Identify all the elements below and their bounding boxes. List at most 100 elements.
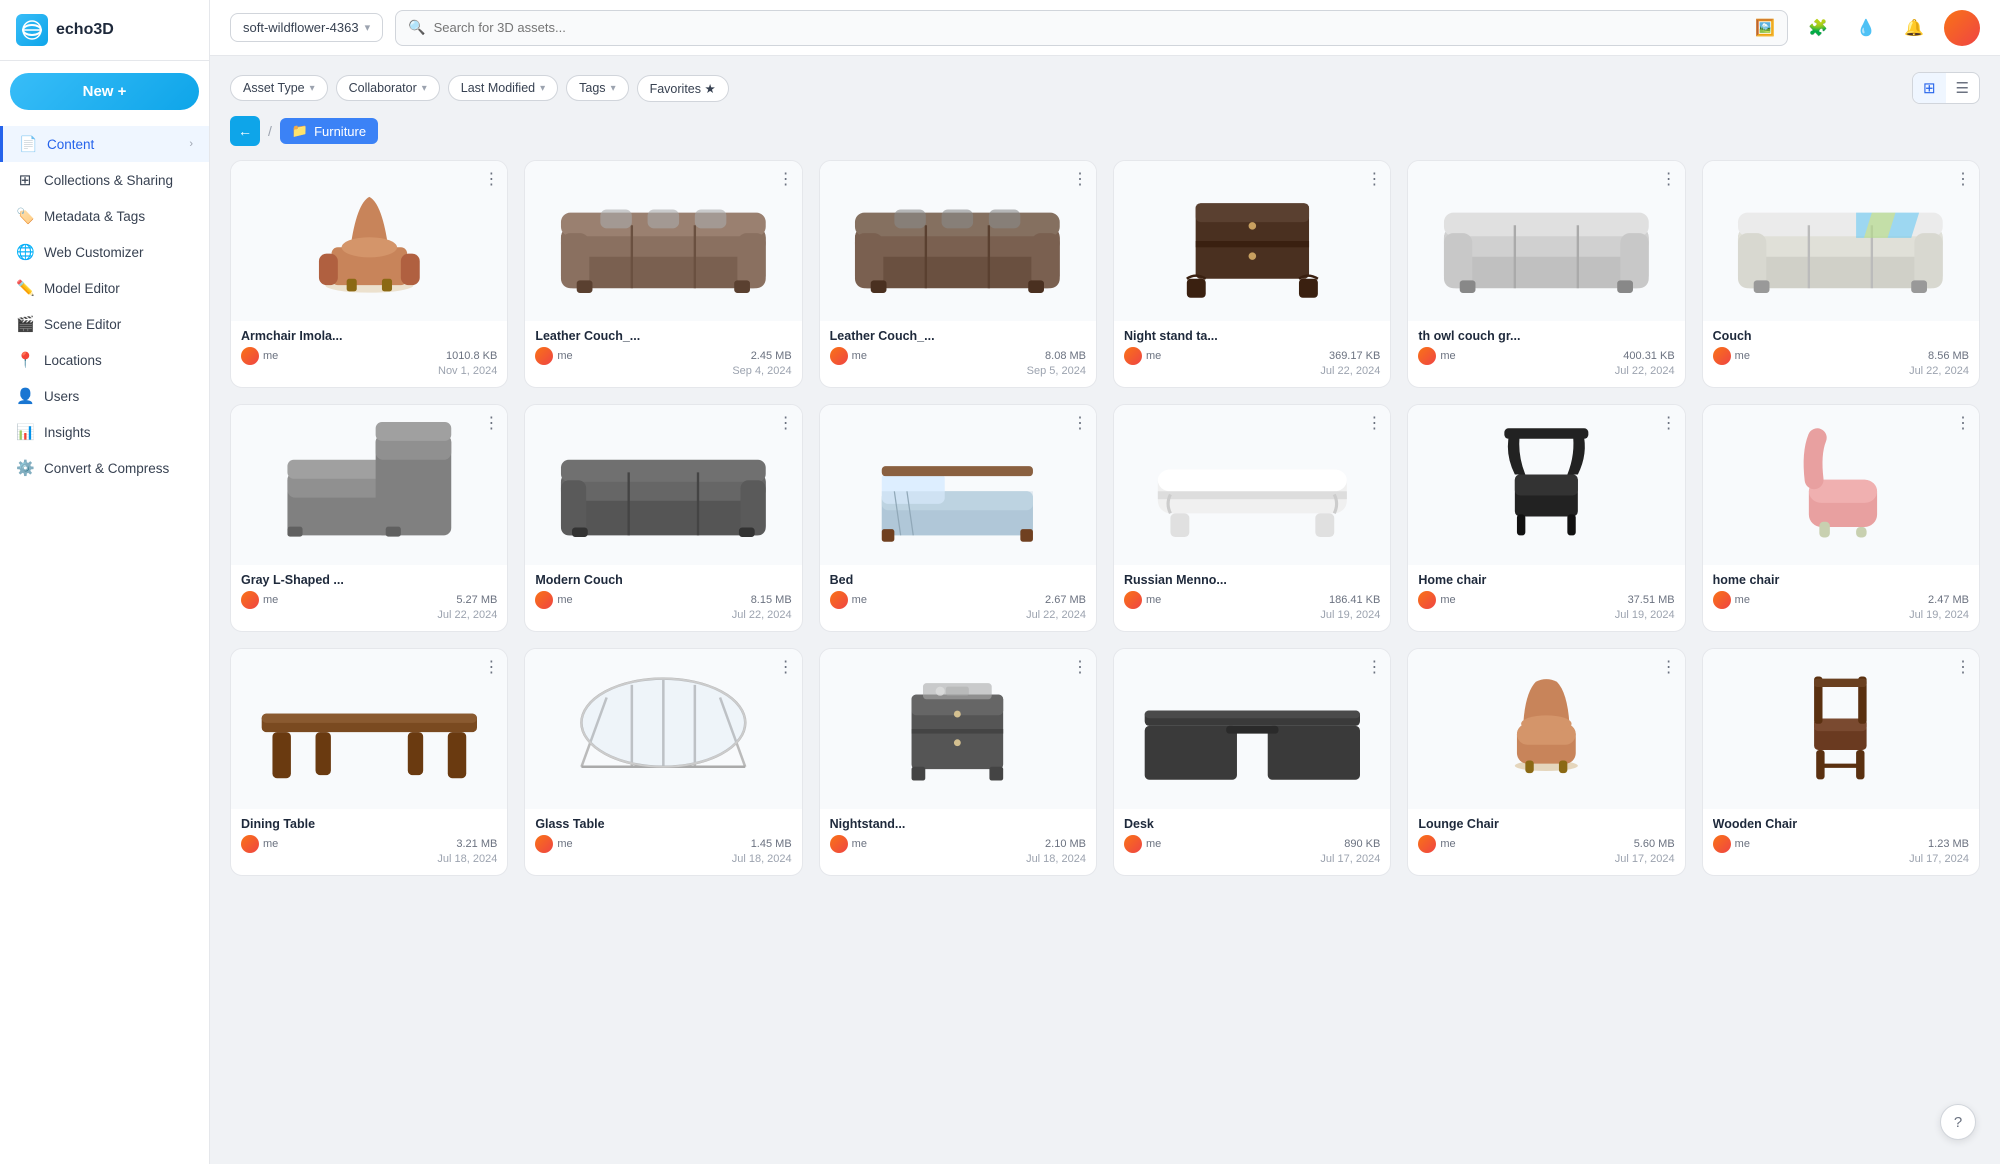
chevron-down-icon: ▾ bbox=[310, 83, 315, 94]
card-menu-button[interactable]: ⋮ bbox=[1072, 169, 1088, 189]
help-button[interactable]: ? bbox=[1940, 1104, 1976, 1140]
search-input[interactable] bbox=[434, 20, 1748, 35]
sidebar-item-locations[interactable]: 📍 Locations bbox=[0, 342, 209, 378]
workspace-selector[interactable]: soft-wildflower-4363 ▾ bbox=[230, 13, 383, 42]
card-date: Jul 22, 2024 bbox=[1124, 365, 1380, 377]
breadcrumb-folder[interactable]: 📁 Furniture bbox=[280, 118, 378, 144]
sidebar-item-users[interactable]: 👤 Users bbox=[0, 378, 209, 414]
card-user: me bbox=[1713, 591, 1750, 609]
asset-card[interactable]: ⋮ Bed me 2.67 MB Jul 22, 2024 bbox=[819, 404, 1097, 632]
sidebar-item-convert[interactable]: ⚙️ Convert & Compress bbox=[0, 450, 209, 486]
breadcrumb-back-button[interactable]: ← bbox=[230, 116, 260, 146]
asset-card[interactable]: ⋮ home chair me 2.47 MB Jul 19, 2024 bbox=[1702, 404, 1980, 632]
card-menu-button[interactable]: ⋮ bbox=[483, 413, 499, 433]
user-avatar bbox=[535, 347, 553, 365]
filter-last-modified[interactable]: Last Modified ▾ bbox=[448, 75, 558, 101]
asset-card[interactable]: ⋮ Glass Table me 1.45 MB Jul 18, 2024 bbox=[524, 648, 802, 876]
new-button[interactable]: New + bbox=[10, 73, 199, 110]
puzzle-icon-button[interactable]: 🧩 bbox=[1800, 10, 1836, 46]
sidebar-item-model-editor[interactable]: ✏️ Model Editor bbox=[0, 270, 209, 306]
sidebar-item-content[interactable]: 📄 Content › bbox=[0, 126, 209, 162]
card-name: Nightstand... bbox=[830, 817, 1086, 831]
sidebar-item-label: Locations bbox=[44, 353, 102, 368]
card-user: me bbox=[535, 591, 572, 609]
card-username: me bbox=[1146, 594, 1161, 606]
card-menu-button[interactable]: ⋮ bbox=[483, 169, 499, 189]
asset-card[interactable]: ⋮ Leather Couch_... me 2.45 MB Sep 4, 20… bbox=[524, 160, 802, 388]
card-user: me bbox=[1124, 347, 1161, 365]
asset-card[interactable]: ⋮ Night stand ta... me 369.17 KB Jul 22,… bbox=[1113, 160, 1391, 388]
card-date: Jul 19, 2024 bbox=[1418, 609, 1674, 621]
sidebar-item-insights[interactable]: 📊 Insights bbox=[0, 414, 209, 450]
chevron-down-icon: ▾ bbox=[540, 83, 545, 94]
card-menu-button[interactable]: ⋮ bbox=[1661, 413, 1677, 433]
card-menu-button[interactable]: ⋮ bbox=[1661, 657, 1677, 677]
asset-card[interactable]: ⋮ Lounge Chair me 5.60 MB Jul 17, 2024 bbox=[1407, 648, 1685, 876]
card-username: me bbox=[557, 838, 572, 850]
asset-card[interactable]: ⋮ Dining Table me 3.21 MB Jul 18, 2024 bbox=[230, 648, 508, 876]
card-menu-button[interactable]: ⋮ bbox=[1955, 657, 1971, 677]
card-menu-button[interactable]: ⋮ bbox=[1661, 169, 1677, 189]
filter-favorites[interactable]: Favorites ★ bbox=[637, 75, 729, 102]
user-avatar bbox=[1418, 835, 1436, 853]
card-menu-button[interactable]: ⋮ bbox=[1366, 169, 1382, 189]
water-drop-icon-button[interactable]: 💧 bbox=[1848, 10, 1884, 46]
filter-tags[interactable]: Tags ▾ bbox=[566, 75, 628, 101]
card-name: Russian Menno... bbox=[1124, 573, 1380, 587]
card-menu-button[interactable]: ⋮ bbox=[1955, 169, 1971, 189]
card-info: Leather Couch_... me 8.08 MB Sep 5, 2024 bbox=[820, 321, 1096, 387]
asset-card[interactable]: ⋮ Gray L-Shaped ... me 5.27 MB Jul 22, 2… bbox=[230, 404, 508, 632]
asset-card[interactable]: ⋮ Desk me 890 KB Jul 17, 2024 bbox=[1113, 648, 1391, 876]
card-menu-button[interactable]: ⋮ bbox=[778, 413, 794, 433]
asset-card[interactable]: ⋮ th owl couch gr... me 400.31 KB Jul 22… bbox=[1407, 160, 1685, 388]
asset-card[interactable]: ⋮ Modern Couch me 8.15 MB Jul 22, 2024 bbox=[524, 404, 802, 632]
breadcrumb-separator: / bbox=[268, 123, 272, 139]
image-search-icon[interactable]: 🖼️ bbox=[1755, 18, 1775, 38]
card-date: Jul 17, 2024 bbox=[1418, 853, 1674, 865]
card-username: me bbox=[852, 594, 867, 606]
card-menu-button[interactable]: ⋮ bbox=[1072, 657, 1088, 677]
card-username: me bbox=[1440, 838, 1455, 850]
asset-card[interactable]: ⋮ Home chair me 37.51 MB Jul 19, 2024 bbox=[1407, 404, 1685, 632]
card-menu-button[interactable]: ⋮ bbox=[778, 169, 794, 189]
card-info: Couch me 8.56 MB Jul 22, 2024 bbox=[1703, 321, 1979, 387]
sidebar: echo3D New + 📄 Content › ⊞ Collections &… bbox=[0, 0, 210, 1164]
sidebar-item-web-customizer[interactable]: 🌐 Web Customizer bbox=[0, 234, 209, 270]
card-name: th owl couch gr... bbox=[1418, 329, 1674, 343]
bell-icon-button[interactable]: 🔔 bbox=[1896, 10, 1932, 46]
card-name: Home chair bbox=[1418, 573, 1674, 587]
card-thumbnail: ⋮ bbox=[1408, 161, 1684, 321]
card-date: Jul 22, 2024 bbox=[1713, 365, 1969, 377]
card-meta: me 1010.8 KB bbox=[241, 347, 497, 365]
card-user: me bbox=[1418, 591, 1455, 609]
card-menu-button[interactable]: ⋮ bbox=[1366, 413, 1382, 433]
filter-asset-type[interactable]: Asset Type ▾ bbox=[230, 75, 328, 101]
asset-card[interactable]: ⋮ Armchair Imola... me 1010.8 KB Nov 1, … bbox=[230, 160, 508, 388]
collections-icon: ⊞ bbox=[16, 171, 34, 189]
sidebar-item-collections[interactable]: ⊞ Collections & Sharing bbox=[0, 162, 209, 198]
card-date: Jul 18, 2024 bbox=[830, 853, 1086, 865]
card-size: 3.21 MB bbox=[456, 838, 497, 850]
asset-card[interactable]: ⋮ Russian Menno... me 186.41 KB Jul 19, … bbox=[1113, 404, 1391, 632]
card-size: 1.45 MB bbox=[751, 838, 792, 850]
card-date: Jul 22, 2024 bbox=[241, 609, 497, 621]
sidebar-item-metadata[interactable]: 🏷️ Metadata & Tags bbox=[0, 198, 209, 234]
card-menu-button[interactable]: ⋮ bbox=[1366, 657, 1382, 677]
card-thumbnail: ⋮ bbox=[1114, 405, 1390, 565]
card-menu-button[interactable]: ⋮ bbox=[1955, 413, 1971, 433]
avatar[interactable] bbox=[1944, 10, 1980, 46]
card-menu-button[interactable]: ⋮ bbox=[1072, 413, 1088, 433]
grid-view-button[interactable]: ⊞ bbox=[1913, 73, 1946, 103]
asset-card[interactable]: ⋮ Couch me 8.56 MB Jul 22, 2024 bbox=[1702, 160, 1980, 388]
card-menu-button[interactable]: ⋮ bbox=[483, 657, 499, 677]
asset-card[interactable]: ⋮ Leather Couch_... me 8.08 MB Sep 5, 20… bbox=[819, 160, 1097, 388]
asset-card[interactable]: ⋮ Nightstand... me 2.10 MB Jul 18, 2024 bbox=[819, 648, 1097, 876]
sidebar-item-scene-editor[interactable]: 🎬 Scene Editor bbox=[0, 306, 209, 342]
card-menu-button[interactable]: ⋮ bbox=[778, 657, 794, 677]
user-avatar bbox=[1713, 835, 1731, 853]
card-date: Nov 1, 2024 bbox=[241, 365, 497, 377]
list-view-button[interactable]: ☰ bbox=[1946, 73, 1979, 103]
asset-card[interactable]: ⋮ Wooden Chair me 1.23 MB Jul 17, 2024 bbox=[1702, 648, 1980, 876]
card-name: Desk bbox=[1124, 817, 1380, 831]
filter-collaborator[interactable]: Collaborator ▾ bbox=[336, 75, 440, 101]
